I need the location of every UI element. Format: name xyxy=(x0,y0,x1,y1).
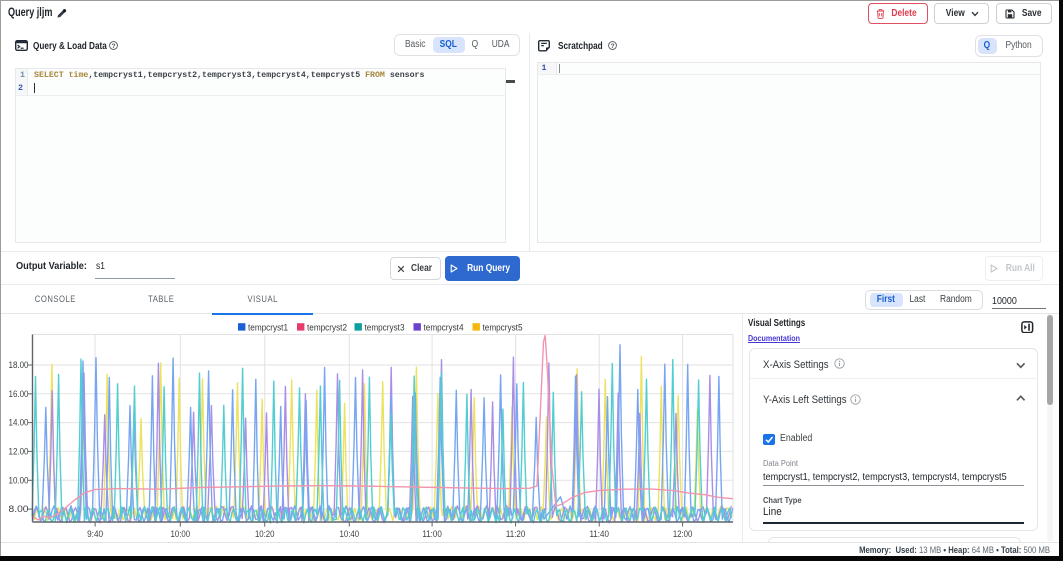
svg-text:tempcryst2: tempcryst2 xyxy=(307,322,347,332)
svg-text:?: ? xyxy=(111,43,115,50)
svg-text:11:40: 11:40 xyxy=(589,529,609,539)
svg-text:tempcryst1: tempcryst1 xyxy=(248,322,288,332)
svg-text:16.00: 16.00 xyxy=(9,389,29,399)
svg-text:8.00: 8.00 xyxy=(9,504,29,514)
svg-text:10.00: 10.00 xyxy=(9,475,29,485)
svg-text:10:20: 10:20 xyxy=(255,529,275,539)
svg-text:11:00: 11:00 xyxy=(422,529,442,539)
svg-text:12.00: 12.00 xyxy=(9,446,29,456)
svg-text:12:00: 12:00 xyxy=(673,529,693,539)
svg-text:18.00: 18.00 xyxy=(9,360,29,370)
svg-text:tempcryst5: tempcryst5 xyxy=(483,322,523,332)
svg-text:?: ? xyxy=(610,43,614,50)
svg-text:tempcryst3: tempcryst3 xyxy=(365,322,405,332)
svg-text:10:00: 10:00 xyxy=(171,529,191,539)
svg-text:10:40: 10:40 xyxy=(340,529,360,539)
svg-text:11:20: 11:20 xyxy=(506,529,526,539)
svg-text:14.00: 14.00 xyxy=(9,418,29,428)
svg-text:9:40: 9:40 xyxy=(87,529,103,539)
svg-text:tempcryst4: tempcryst4 xyxy=(424,322,464,332)
